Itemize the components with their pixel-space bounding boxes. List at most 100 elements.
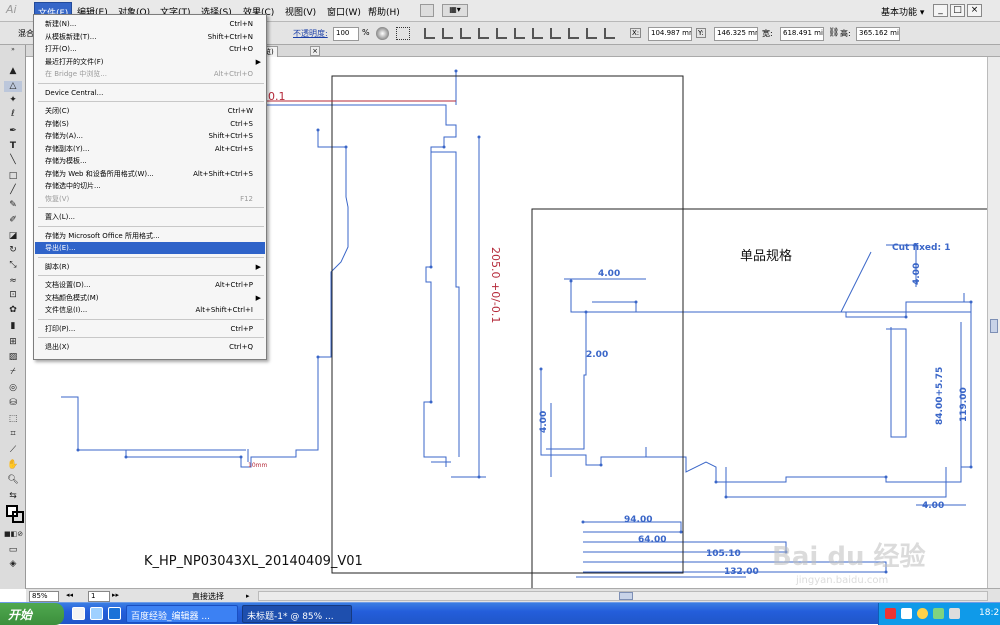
file-menu-item[interactable]: 存储为 Microsoft Office 所用格式...	[35, 230, 265, 242]
live-paint-selection-tool-icon[interactable]: ⬚	[4, 414, 22, 425]
close-button[interactable]: ×	[967, 4, 982, 17]
pen-tool-icon[interactable]: ✒	[4, 126, 22, 137]
file-menu-item[interactable]: 脚本(R) ▶	[35, 261, 265, 273]
hscroll-thumb[interactable]	[619, 592, 633, 600]
tray-volume-icon[interactable]	[917, 608, 928, 619]
distribute-top-icon[interactable]	[532, 28, 543, 39]
prev-page-icon[interactable]: ◂◂	[66, 591, 73, 599]
live-paint-tool-icon[interactable]: ⛁	[4, 398, 22, 409]
file-menu-item[interactable]: 置入(L)...	[35, 211, 265, 223]
slice-tool-icon[interactable]: ⟋	[4, 445, 22, 456]
menu-view[interactable]: 视图(V)	[285, 5, 316, 18]
bridge-icon[interactable]	[420, 4, 434, 17]
file-menu-item[interactable]: 存储为 Web 和设备所用格式(W)... Alt+Shift+Ctrl+S	[35, 168, 265, 180]
drawing-mode-icon[interactable]: ◈	[4, 559, 22, 570]
selection-tool-icon[interactable]: ▲	[4, 66, 22, 77]
gradient-tool-icon[interactable]: ▨	[4, 352, 22, 363]
recolor-icon[interactable]	[376, 27, 389, 40]
status-menu-arrow-icon[interactable]: ▸	[246, 592, 250, 600]
eyedropper-tool-icon[interactable]: ⌿	[4, 367, 22, 378]
file-menu-item[interactable]: 最近打开的文件(F) ▶	[35, 56, 265, 68]
align-vcenter-icon[interactable]	[496, 28, 507, 39]
next-page-icon[interactable]: ▸▸	[112, 591, 119, 599]
width-input[interactable]: 618.491 mi	[780, 27, 824, 41]
zoom-field[interactable]: 85%	[29, 591, 59, 602]
align-bottom-icon[interactable]	[514, 28, 525, 39]
file-menu-item[interactable]: 存储(S) Ctrl+S	[35, 118, 265, 130]
file-menu-item[interactable]: 新建(N)... Ctrl+N	[35, 18, 265, 30]
height-input[interactable]: 365.162 mi	[856, 27, 900, 41]
arrange-documents-icon[interactable]: ▦▾	[442, 4, 468, 17]
align-left-icon[interactable]	[424, 28, 435, 39]
symbol-sprayer-tool-icon[interactable]: ✿	[4, 305, 22, 316]
minimize-button[interactable]: _	[933, 4, 948, 17]
file-menu-item[interactable]: 打开(O)... Ctrl+O	[35, 43, 265, 55]
file-menu-item[interactable]: 文件信息(I)... Alt+Shift+Ctrl+I	[35, 304, 265, 316]
file-menu-item[interactable]: 退出(X) Ctrl+Q	[35, 341, 265, 353]
zoom-tool-icon[interactable]: 🔍︎	[4, 475, 22, 486]
x-input[interactable]: 104.987 mm	[648, 27, 692, 41]
distribute-vcenter-icon[interactable]	[550, 28, 561, 39]
paintbrush-tool-icon[interactable]: ╱	[4, 185, 22, 196]
screen-mode-icon[interactable]: ▭	[4, 545, 22, 556]
lasso-tool-icon[interactable]: ℓ	[4, 109, 22, 120]
show-desktop-icon[interactable]	[72, 607, 85, 620]
eraser-tool-icon[interactable]: ◪	[4, 231, 22, 242]
reference-point-icon[interactable]	[396, 27, 410, 40]
file-menu-item[interactable]: 文档设置(D)... Alt+Ctrl+P	[35, 279, 265, 291]
file-menu-item[interactable]: 打印(P)... Ctrl+P	[35, 323, 265, 335]
distribute-right-icon[interactable]	[604, 28, 615, 39]
mesh-tool-icon[interactable]: ⊞	[4, 337, 22, 348]
file-menu-item[interactable]: 存储为模板...	[35, 155, 265, 167]
file-menu-item[interactable]: 从模板新建(T)... Shift+Ctrl+N	[35, 31, 265, 43]
vertical-scrollbar[interactable]	[987, 57, 1000, 588]
scrollbar-thumb[interactable]	[990, 319, 998, 333]
opacity-label[interactable]: 不透明度:	[293, 28, 328, 39]
rectangle-tool-icon[interactable]: □	[4, 171, 22, 182]
magic-wand-tool-icon[interactable]: ✦	[4, 95, 22, 106]
color-mode-buttons[interactable]: ■◧⊘	[4, 529, 23, 540]
constrain-proportions-icon[interactable]: ⛓	[828, 28, 839, 38]
ie-browser-icon[interactable]	[90, 607, 103, 620]
file-menu-item[interactable]: 存储选中的切片...	[35, 180, 265, 192]
hand-tool-icon[interactable]: ✋	[4, 460, 22, 471]
align-top-icon[interactable]	[478, 28, 489, 39]
crop-area-tool-icon[interactable]: ⌗	[4, 429, 22, 440]
direct-selection-tool-icon[interactable]: △	[4, 81, 22, 92]
horizontal-scrollbar[interactable]	[258, 591, 988, 601]
fill-stroke-swap-icon[interactable]: ⇆	[4, 491, 22, 502]
tray-security-icon[interactable]	[933, 608, 944, 619]
align-hcenter-icon[interactable]	[442, 28, 453, 39]
distribute-bottom-icon[interactable]	[568, 28, 579, 39]
file-menu-item[interactable]: Device Central...	[35, 87, 265, 99]
workspace-switcher[interactable]: 基本功能 ▾	[878, 3, 927, 19]
line-tool-icon[interactable]: ╲	[4, 155, 22, 166]
tray-network-icon[interactable]	[901, 608, 912, 619]
tray-ime-icon[interactable]	[949, 608, 960, 619]
start-button[interactable]: 开始	[0, 603, 64, 625]
opacity-input[interactable]: 100	[333, 27, 359, 41]
blend-tool-icon[interactable]: ◎	[4, 383, 22, 394]
menu-window[interactable]: 窗口(W)	[327, 5, 361, 18]
file-menu-item[interactable]: 存储副本(Y)... Alt+Ctrl+S	[35, 143, 265, 155]
taskbar-button-baidu[interactable]: 百度经验_编辑器 ...	[126, 605, 238, 623]
file-menu-item[interactable]: 关闭(C) Ctrl+W	[35, 105, 265, 117]
y-input[interactable]: 146.325 mm	[714, 27, 758, 41]
maximize-button[interactable]: □	[950, 4, 965, 17]
column-graph-tool-icon[interactable]: ▮	[4, 321, 22, 332]
file-menu-item[interactable]: 存储为(A)... Shift+Ctrl+S	[35, 130, 265, 142]
blob-brush-tool-icon[interactable]: ✐	[4, 215, 22, 226]
distribute-left-icon[interactable]	[586, 28, 597, 39]
panel-collapse-icon[interactable]: »	[4, 47, 22, 53]
align-right-icon[interactable]	[460, 28, 471, 39]
tray-app-icon[interactable]	[885, 608, 896, 619]
type-tool-icon[interactable]: T	[4, 141, 22, 152]
pencil-tool-icon[interactable]: ✎	[4, 200, 22, 211]
free-transform-tool-icon[interactable]: ⊡	[4, 290, 22, 301]
file-menu-item[interactable]: 导出(E)...	[35, 242, 265, 254]
stroke-color-swatch[interactable]	[12, 511, 24, 523]
scale-tool-icon[interactable]: ⤡	[4, 260, 22, 271]
menu-help[interactable]: 帮助(H)	[368, 5, 400, 18]
rotate-tool-icon[interactable]: ↻	[4, 245, 22, 256]
taskbar-button-illustrator[interactable]: 未标题-1* @ 85% ...	[242, 605, 352, 623]
